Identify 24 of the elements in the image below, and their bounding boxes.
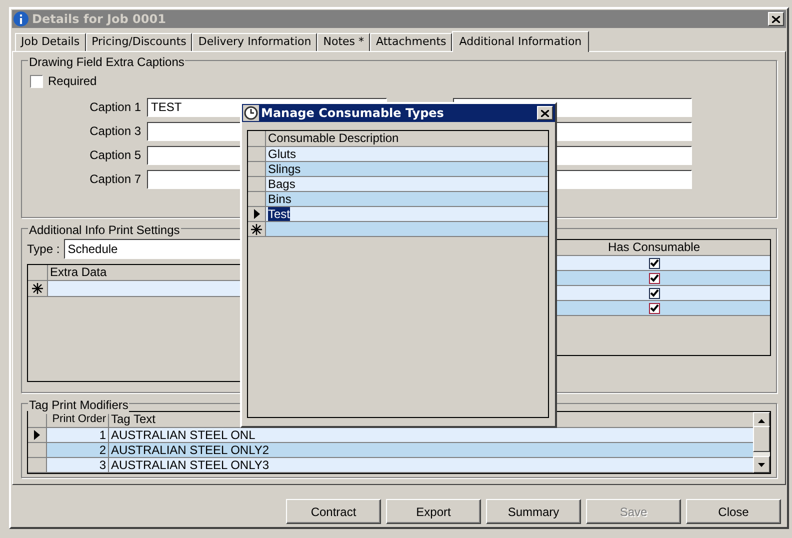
column-header: Has Consumable — [606, 240, 702, 255]
column-header: Extra Data — [49, 265, 108, 280]
field-label: Type : — [27, 241, 60, 258]
table-cell: 2 — [47, 443, 109, 457]
field-label: Caption 7 — [88, 171, 142, 188]
table-cell-text: Bins — [267, 192, 292, 206]
column-header: Tag Text — [110, 412, 156, 427]
table-cell: 1 — [47, 428, 109, 442]
field-label: Caption 3 — [88, 123, 142, 140]
table-cell-text: Bags — [267, 177, 296, 191]
table-cell-text: AUSTRALIAN STEEL ONL — [110, 428, 256, 442]
table-cell-text: Slings — [267, 162, 302, 176]
table-cell-text: Gluts — [267, 147, 298, 161]
table-cell-text: AUSTRALIAN STEEL ONLY2 — [110, 443, 270, 457]
table-cell-text: Test — [267, 207, 292, 221]
table-cell-text: AUSTRALIAN STEEL ONLY3 — [110, 458, 270, 472]
column-header: Print Order — [47, 412, 109, 427]
window-title: Details for Job 0001 — [32, 11, 166, 28]
field-label: Caption 5 — [88, 147, 142, 164]
dialog-title: Manage Consumable Types — [261, 105, 444, 122]
checkbox-label: Required — [48, 73, 97, 90]
column-header: Consumable Description — [267, 131, 400, 146]
table-cell: 3 — [47, 458, 109, 472]
field-label: Caption 1 — [88, 99, 142, 116]
